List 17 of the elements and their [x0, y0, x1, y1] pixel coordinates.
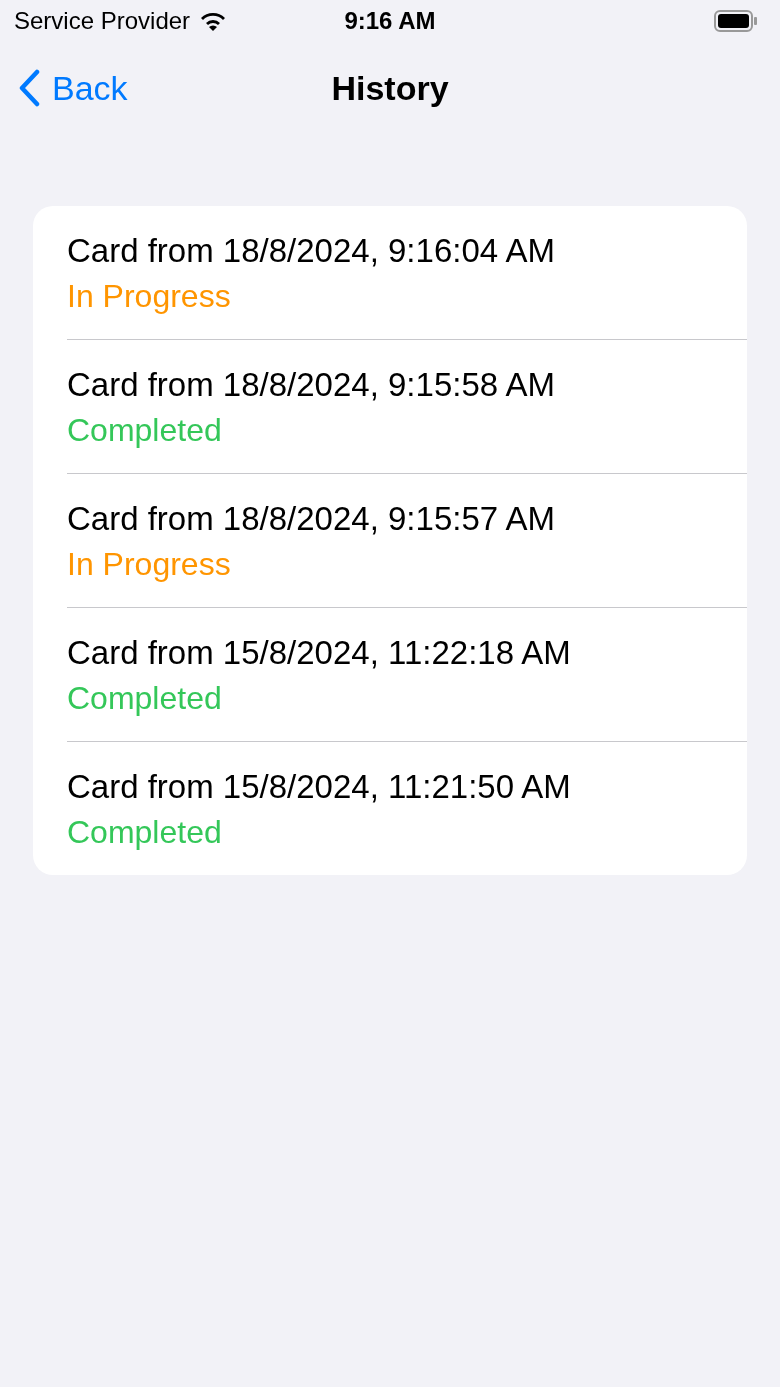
status-label: In Progress — [67, 546, 231, 583]
back-button[interactable]: Back — [0, 68, 128, 108]
card-title[interactable]: Card from 18/8/2024, 9:16:04 AM — [67, 232, 555, 270]
status-label: Completed — [67, 412, 222, 449]
status-label: In Progress — [67, 278, 231, 315]
card-title[interactable]: Card from 18/8/2024, 9:15:58 AM — [67, 366, 555, 404]
carrier-name: Service Provider — [14, 7, 191, 35]
chevron-left-icon — [18, 69, 40, 107]
wifi-icon — [200, 11, 227, 31]
card-title[interactable]: Card from 15/8/2024, 11:21:50 AM — [67, 768, 571, 806]
card-title[interactable]: Card from 18/8/2024, 9:15:57 AM — [67, 500, 555, 538]
battery-icon — [714, 10, 758, 32]
card-title[interactable]: Card from 15/8/2024, 11:22:18 AM — [67, 634, 571, 672]
page-title: History — [331, 68, 449, 108]
status-label: Completed — [67, 680, 222, 717]
status-label: Completed — [67, 814, 222, 851]
clock-time: 9:16 AM — [344, 7, 436, 35]
